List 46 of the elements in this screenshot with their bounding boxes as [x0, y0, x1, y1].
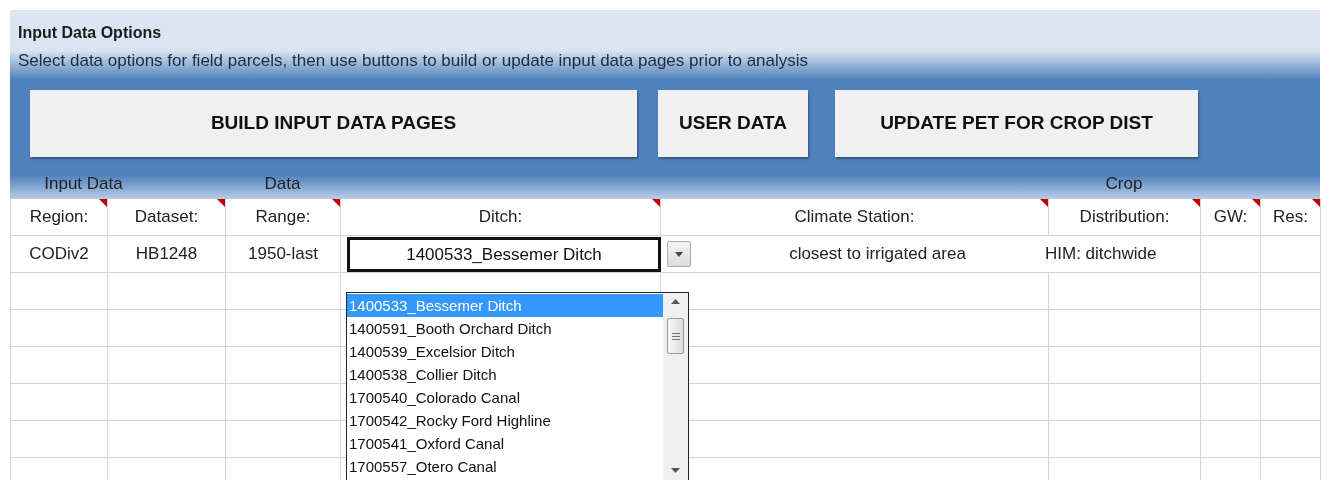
column-header: Ditch:	[478, 206, 523, 229]
empty-cell	[1201, 273, 1261, 310]
ditch-select-cell[interactable]: 1400533_Bessemer Ditch	[347, 237, 661, 272]
dropdown-item[interactable]: 1400539_Excelsior Ditch	[347, 340, 663, 363]
table-cell-text: CODiv2	[29, 243, 89, 266]
column-header: GW:	[1213, 206, 1248, 229]
dropdown-item[interactable]: 1700542_Rocky Ford Highline	[347, 409, 663, 432]
column-header: Distribution:	[1079, 206, 1170, 229]
empty-cell	[1261, 347, 1321, 384]
empty-cell	[1201, 347, 1261, 384]
scroll-down-icon[interactable]	[671, 468, 680, 473]
table-cell-text: closest to irrigated area	[789, 243, 966, 266]
column-header: Climate Station:	[794, 206, 915, 229]
table-cell-text: 1950-last	[248, 243, 318, 266]
dropdown-item[interactable]: 1700541_Oxford Canal	[347, 432, 663, 455]
column-header: Dataset:	[134, 206, 199, 229]
action-button[interactable]: USER DATA	[658, 90, 808, 157]
scrollbar[interactable]	[663, 293, 688, 480]
empty-cell	[1261, 273, 1321, 310]
column-header: Region:	[29, 206, 89, 229]
table-cell-text: HIM: ditchwide	[1045, 243, 1157, 266]
empty-cell	[1201, 384, 1261, 421]
panel-subtitle: Select data options for field parcels, then use buttons to build or update input data pages prior to analysis	[17, 50, 810, 72]
panel-title: Input Data Options	[17, 23, 163, 43]
group-header: Input Data	[44, 173, 123, 196]
dropdown-item[interactable]: 1700557_Otero Canal	[347, 455, 663, 478]
empty-cell	[1261, 384, 1321, 421]
empty-cell	[1261, 421, 1321, 458]
grip-icon	[671, 332, 680, 340]
scroll-thumb[interactable]	[667, 318, 684, 354]
group-header: Crop	[1105, 173, 1143, 196]
scroll-up-icon[interactable]	[671, 299, 680, 304]
dropdown-item[interactable]: 1400538_Collier Ditch	[347, 363, 663, 386]
empty-cell	[1201, 310, 1261, 347]
action-button[interactable]: BUILD INPUT DATA PAGES	[30, 90, 637, 157]
column-header: Range:	[255, 206, 311, 229]
column-header: Res:	[1273, 206, 1308, 229]
dropdown-item[interactable]: 1700540_Colorado Canal	[347, 386, 663, 409]
empty-cell	[1261, 310, 1321, 347]
table-cell-text: HB1248	[135, 243, 198, 266]
action-button[interactable]: UPDATE PET FOR CROP DIST	[835, 90, 1198, 157]
dropdown-item[interactable]: 1400591_Booth Orchard Ditch	[347, 317, 663, 340]
group-header: Data	[264, 173, 301, 196]
dropdown-arrow-button[interactable]	[667, 241, 691, 267]
caret-down-icon	[675, 251, 683, 257]
empty-cell	[1201, 421, 1261, 458]
